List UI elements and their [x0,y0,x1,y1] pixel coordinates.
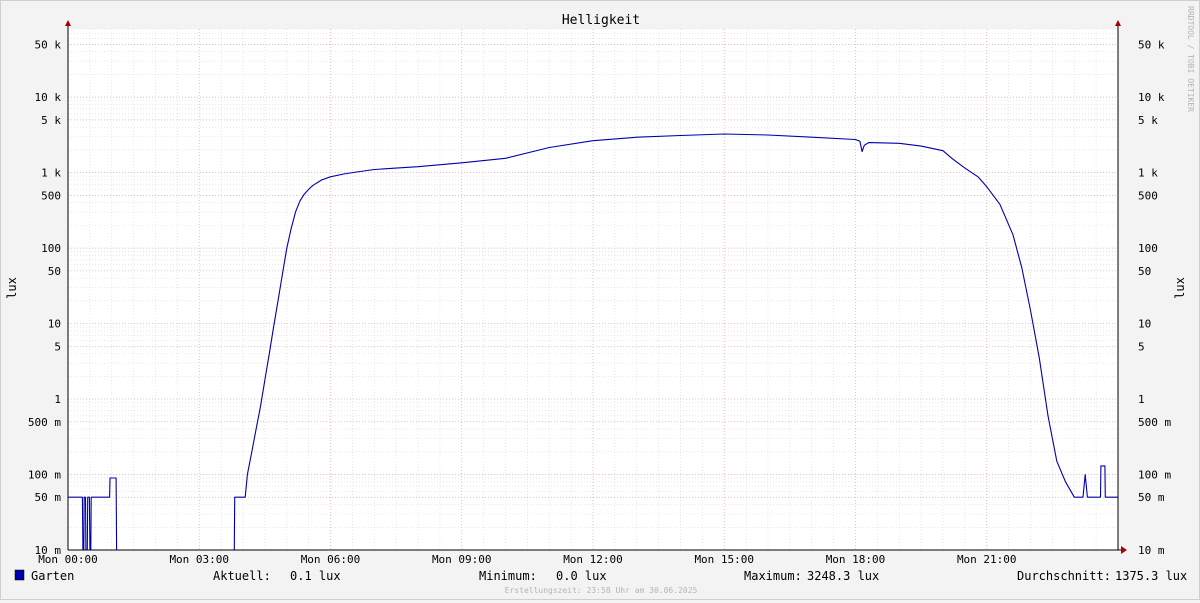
y-tick-label-right: 5 [1138,340,1145,353]
y-tick-label-left: 1 k [41,167,61,180]
x-tick-label: Mon 09:00 [432,553,492,566]
y-tick-label-left: 10 [48,318,61,331]
y-tick-label-right: 50 [1138,265,1151,278]
x-tick-label: Mon 18:00 [826,553,886,566]
y-tick-label-left: 50 k [35,38,62,51]
y-tick-label-right: 5 k [1138,114,1158,127]
y-tick-label-right: 10 k [1138,91,1165,104]
y-tick-label-right: 50 k [1138,38,1165,51]
legend-avg-label: Durchschnitt: [1017,569,1111,583]
rrdtool-watermark: RRDTOOL / TOBI OETIKER [1186,6,1195,112]
y-tick-label-left: 500 m [28,416,61,429]
y-tick-label-left: 500 [41,189,61,202]
x-axis-arrow [1121,546,1127,554]
x-tick-label: Mon 15:00 [694,553,754,566]
y-axis-arrow-left [65,20,71,26]
y-tick-label-left: 5 k [41,114,61,127]
legend-avg-value: 1375.3 lux [1115,569,1187,583]
y-tick-label-left: 5 [54,340,61,353]
creation-time-footer: Erstellungszeit: 23:58 Uhr am 30.06.2025 [505,586,698,595]
y-tick-label-left: 1 [54,393,61,406]
legend-min-label: Minimum: [479,569,537,583]
y-tick-label-right: 100 [1138,242,1158,255]
y-tick-label-left: 100 m [28,469,61,482]
chart-title: Helligkeit [562,13,640,28]
y-axis-label-left: lux [5,277,19,299]
y-tick-label-right: 10 m [1138,544,1165,557]
y-axis-arrow-right [1115,20,1121,26]
y-tick-label-right: 10 [1138,318,1151,331]
legend-swatch-garten [14,569,25,581]
y-tick-label-right: 1 [1138,393,1145,406]
brightness-chart: Helligkeit RRDTOOL / TOBI OETIKER lux lu… [5,6,1195,595]
legend-series-name: Garten [31,569,74,583]
legend-max-value: 3248.3 lux [807,569,879,583]
legend-current-value: 0.1 lux [290,569,341,583]
y-axis-label-right: lux [1173,277,1187,299]
y-tick-label-left: 100 [41,242,61,255]
y-tick-label-right: 100 m [1138,469,1171,482]
y-tick-label-left: 10 k [35,91,62,104]
x-tick-label: Mon 03:00 [169,553,229,566]
y-tick-label-right: 500 m [1138,416,1171,429]
x-tick-label: Mon 21:00 [957,553,1017,566]
y-tick-label-right: 1 k [1138,167,1158,180]
y-tick-label-left: 50 m [35,491,62,504]
legend-current-label: Aktuell: [213,569,271,583]
y-tick-label-left: 10 m [35,544,62,557]
x-tick-label: Mon 06:00 [301,553,361,566]
y-tick-label-right: 500 [1138,189,1158,202]
legend-max-label: Maximum: [744,569,802,583]
y-tick-label-right: 50 m [1138,491,1165,504]
y-tick-label-left: 50 [48,265,61,278]
x-tick-label: Mon 12:00 [563,553,623,566]
chart-frame: Helligkeit RRDTOOL / TOBI OETIKER lux lu… [0,0,1200,600]
legend-min-value: 0.0 lux [556,569,607,583]
